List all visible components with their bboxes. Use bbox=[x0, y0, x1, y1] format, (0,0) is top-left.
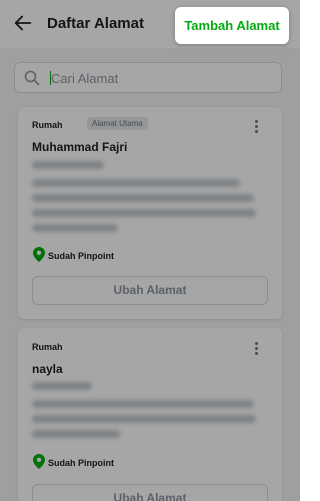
search-field[interactable] bbox=[14, 62, 282, 93]
pinpoint-status: Sudah Pinpoint bbox=[48, 458, 114, 468]
address-line-redacted bbox=[32, 224, 118, 232]
add-address-button[interactable]: Tambah Alamat bbox=[175, 7, 289, 44]
page-title: Daftar Alamat bbox=[47, 15, 144, 32]
address-list-screen: Daftar Alamat Rumah Alamat Utama Muhamma… bbox=[0, 0, 300, 501]
address-card: Rumah nayla Sudah Pinpoint Ubah Alamat bbox=[18, 328, 282, 501]
edit-address-button[interactable]: Ubah Alamat bbox=[32, 484, 268, 501]
address-line-redacted bbox=[32, 430, 120, 438]
address-line-redacted bbox=[32, 194, 254, 202]
address-line-redacted bbox=[32, 209, 256, 217]
location-pin-icon bbox=[33, 454, 45, 469]
recipient-name: Muhammad Fajri bbox=[32, 140, 128, 154]
more-options-icon[interactable] bbox=[254, 342, 260, 356]
phone-number-redacted bbox=[32, 382, 92, 390]
address-line-redacted bbox=[32, 179, 240, 187]
address-card-primary: Rumah Alamat Utama Muhammad Fajri Sudah … bbox=[18, 107, 282, 319]
phone-number-redacted bbox=[32, 161, 104, 169]
address-line-redacted bbox=[32, 415, 256, 423]
arrow-left-icon[interactable] bbox=[12, 12, 34, 34]
more-options-icon[interactable] bbox=[254, 120, 260, 134]
address-label: Rumah bbox=[32, 120, 63, 130]
add-address-label: Tambah Alamat bbox=[184, 18, 280, 33]
recipient-name: nayla bbox=[32, 362, 63, 376]
address-label: Rumah bbox=[32, 342, 63, 352]
location-pin-icon bbox=[33, 247, 45, 262]
pinpoint-status: Sudah Pinpoint bbox=[48, 251, 114, 261]
primary-badge: Alamat Utama bbox=[87, 117, 148, 130]
address-line-redacted bbox=[32, 400, 254, 408]
search-icon bbox=[24, 70, 40, 86]
search-input[interactable] bbox=[51, 68, 271, 88]
edit-address-button[interactable]: Ubah Alamat bbox=[32, 276, 268, 305]
